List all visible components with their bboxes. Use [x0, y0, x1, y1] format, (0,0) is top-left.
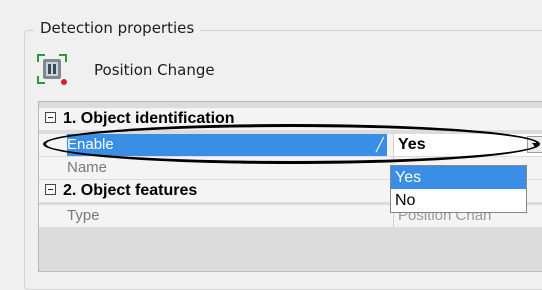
category-label: 2. Object features [63, 182, 198, 199]
property-name-type[interactable]: Type [67, 205, 387, 227]
property-value-enable[interactable]: Yes [393, 134, 542, 156]
property-name-name[interactable]: Name [67, 157, 387, 179]
category-label: 1. Object identification [63, 110, 235, 127]
detector-name: Position Change [94, 61, 215, 79]
position-change-icon [36, 53, 68, 85]
property-name-enable[interactable]: Enable [67, 134, 387, 156]
group-title: Detection properties [34, 18, 201, 38]
dropdown-option-no[interactable]: No [391, 189, 526, 212]
category-object-identification[interactable]: 1. Object identification [39, 108, 542, 130]
dropdown-option-yes[interactable]: Yes [391, 166, 526, 189]
property-value-text: Yes [398, 136, 426, 153]
dropdown-button[interactable] [527, 136, 542, 153]
pencil-icon: ╱ [376, 137, 384, 152]
collapse-icon[interactable] [45, 184, 56, 195]
enable-dropdown-list[interactable]: Yes No [390, 165, 527, 213]
collapse-icon[interactable] [45, 112, 56, 123]
property-row-enable[interactable]: Enable ╱ Yes [39, 134, 542, 156]
